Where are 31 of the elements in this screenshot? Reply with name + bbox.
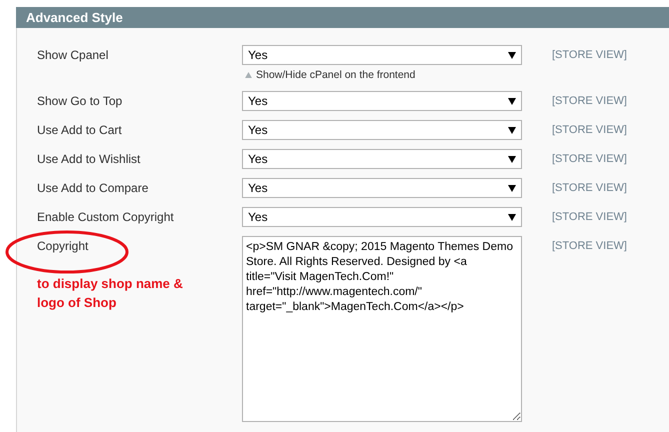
field-label: Use Add to Wishlist — [37, 152, 140, 166]
field-label: Use Add to Compare — [37, 181, 148, 195]
field-label: Show Cpanel — [37, 48, 108, 62]
scope-label: [STORE VIEW] — [552, 211, 627, 223]
section-header[interactable]: Advanced Style — [16, 7, 669, 28]
field-label: Show Go to Top — [37, 94, 122, 108]
dropdown-field[interactable]: Yes — [242, 45, 522, 65]
dropdown-field[interactable]: Yes — [242, 120, 522, 140]
caret-icon — [508, 98, 516, 104]
dropdown-field[interactable]: Yes — [242, 149, 522, 169]
annotation-note: to display shop name & logo of Shop — [37, 275, 184, 312]
dropdown-field[interactable]: Yes — [242, 207, 522, 227]
triangle-icon — [245, 72, 252, 78]
scope-label: [STORE VIEW] — [552, 124, 627, 136]
dropdown-field[interactable]: Yes — [242, 178, 522, 198]
text-area[interactable]: <p>SM GNAR &copy; 2015 Magento Themes Demo Store. All Rights Reserved. Designed by <a title="Visit MagenTech.Com!" href="http://www.magentech.com/" target="_blank">MagenTech.Com</a></p> — [242, 236, 522, 422]
caret-icon — [508, 184, 516, 192]
field-label: Enable Custom Copyright — [37, 210, 174, 224]
scope-label: [STORE VIEW] — [552, 49, 627, 61]
scope-label: [STORE VIEW] — [552, 182, 627, 194]
dropdown-field[interactable]: Yes — [242, 91, 522, 111]
scope-label: [STORE VIEW] — [552, 153, 627, 165]
field-label: Copyright — [37, 239, 88, 253]
field-label: Use Add to Cart — [37, 123, 122, 137]
caret-icon — [508, 52, 516, 58]
scope-label: [STORE VIEW] — [552, 240, 627, 252]
caret-icon — [508, 214, 516, 220]
caret-icon — [508, 126, 516, 134]
scope-label: [STORE VIEW] — [552, 95, 627, 107]
hint-text: Show/Hide cPanel on the frontend — [256, 69, 416, 81]
caret-icon — [508, 156, 516, 162]
